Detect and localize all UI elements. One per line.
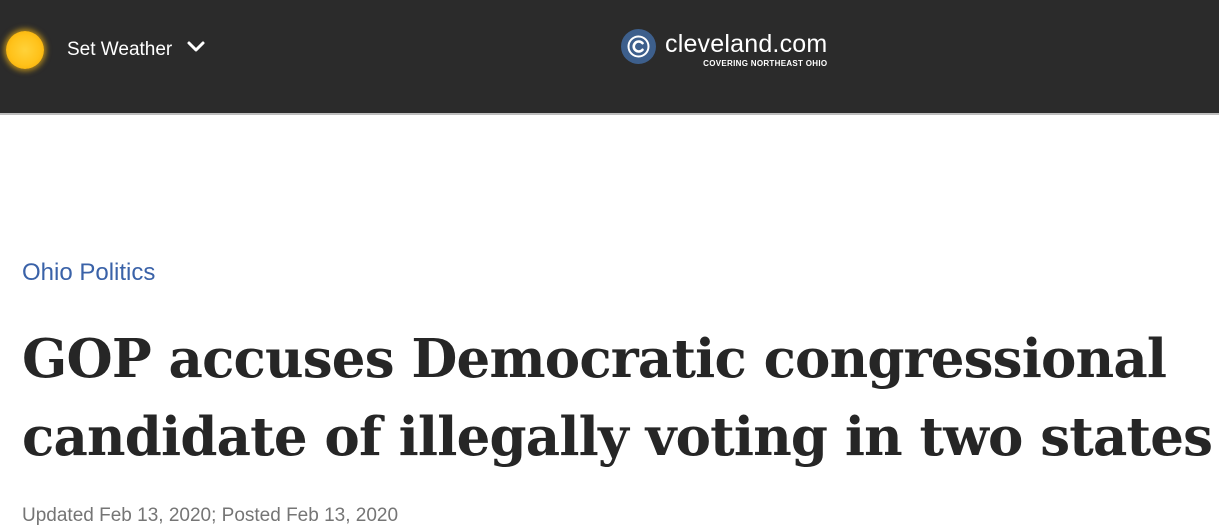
chevron-down-icon [187, 41, 205, 52]
cleveland-logo-icon [621, 29, 656, 64]
brand-tagline: COVERING NORTHEAST OHIO [703, 59, 828, 68]
site-logo-link[interactable]: cleveland.com COVERING NORTHEAST OHIO [621, 29, 827, 68]
article-headline: GOP accuses Democratic congressional can… [22, 320, 1217, 476]
set-weather-button[interactable]: Set Weather [6, 31, 206, 69]
brand-text: cleveland.com COVERING NORTHEAST OHIO [665, 29, 827, 68]
article-timestamp: Updated Feb 13, 2020; Posted Feb 13, 202… [22, 505, 399, 526]
headline-line-1: GOP accuses Democratic congressional [22, 328, 1167, 390]
sun-icon [6, 31, 44, 69]
brand-name: cleveland.com [665, 30, 828, 58]
site-header: Set Weather cleveland.com COVERING NORTH… [0, 0, 1219, 115]
section-link[interactable]: Ohio Politics [22, 259, 155, 287]
headline-line-2: candidate of illegally voting in two sta… [22, 406, 1213, 468]
set-weather-label: Set Weather [67, 39, 173, 60]
